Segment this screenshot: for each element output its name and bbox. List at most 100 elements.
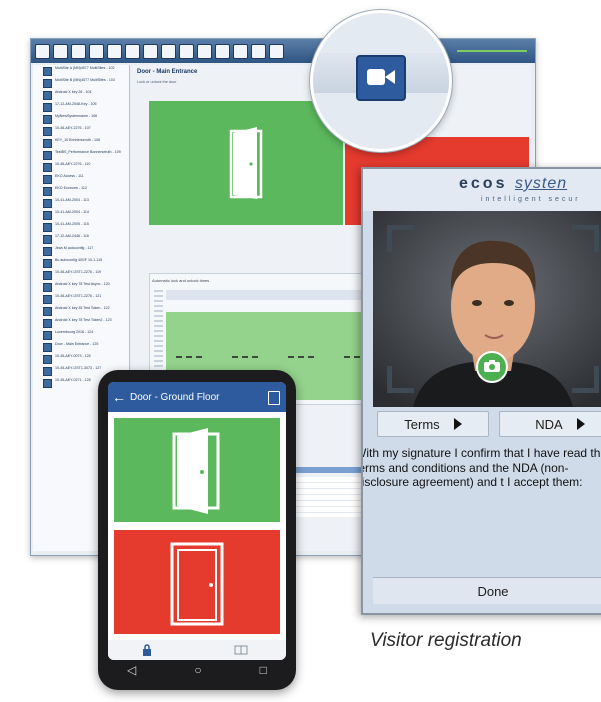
toolbar-users-icon[interactable] <box>107 43 122 59</box>
android-nav-bar: ◁ ○ □ <box>98 663 296 677</box>
device-icon <box>43 379 52 388</box>
toolbar-report-icon[interactable] <box>233 43 248 59</box>
device-icon <box>43 247 52 256</box>
unlock-door-button[interactable] <box>149 101 343 225</box>
tree-item[interactable]: Luxembourg 2016 - 124 <box>33 329 129 341</box>
tree-item[interactable]: TestBS_Performance Bonnerseruth - 109 <box>33 149 129 161</box>
toolbar-printer-icon[interactable] <box>215 43 230 59</box>
terms-button[interactable]: Terms <box>377 411 489 437</box>
tree-item-label: 10-46-AEY-OST1-2276 - 121 <box>55 294 102 298</box>
tree-item[interactable]: MultiSite B (MN)4577 MultiSites - 103 <box>33 77 129 89</box>
back-arrow-icon[interactable]: ← <box>108 389 130 405</box>
book-icon[interactable] <box>234 645 248 655</box>
tree-item-label: MultiSite A (MN)4577 MultiSites - 102 <box>55 66 115 70</box>
tree-item[interactable]: 10-41-AM-2004 - 114 <box>33 209 129 221</box>
lock-door-button[interactable] <box>114 530 280 634</box>
device-icon <box>43 67 52 76</box>
tree-item-label: Android X key 78 Test Async - 120 <box>55 282 110 286</box>
unlock-door-button[interactable] <box>114 418 280 522</box>
phone-device: ← Door - Ground Floor ◁ ○ □ <box>98 370 296 690</box>
device-icon <box>43 319 52 328</box>
tree-item[interactable]: Jean M autoconfig - 117 <box>33 245 129 257</box>
toolbar-door-icon[interactable] <box>125 43 140 59</box>
tree-item[interactable]: KEY_10 Bonnerseruth - 108 <box>33 137 129 149</box>
tree-item[interactable]: Android X key 26 - 104 <box>33 89 129 101</box>
terms-label: Terms <box>404 416 440 432</box>
toolbar-settings-icon[interactable] <box>269 43 284 59</box>
tree-item[interactable]: MultiSite A (MN)4577 MultiSites - 102 <box>33 65 129 77</box>
play-arrow-icon <box>453 418 462 430</box>
device-icon <box>43 79 52 88</box>
toolbar-user-icon[interactable] <box>179 43 194 59</box>
tree-item[interactable]: Android X key 35 Test Token - 122 <box>33 305 129 317</box>
frame-corner <box>387 366 414 393</box>
tree-item-label: 17-12-AM-2548-Key - 105 <box>55 102 97 106</box>
nda-button[interactable]: NDA <box>499 411 601 437</box>
tree-item[interactable]: 10-45-AEY-0073 - 126 <box>33 353 129 365</box>
tree-item[interactable]: Android X key 78 Test Async - 120 <box>33 281 129 293</box>
toolbar-calendar-icon[interactable] <box>143 43 158 59</box>
toolbar-list-icon[interactable] <box>71 43 86 59</box>
tree-item-label: 10-45-AEY-OST1-3073 - 127 <box>55 366 102 370</box>
brand-tagline: intelligent secur <box>481 196 581 203</box>
tree-item[interactable]: 10-46-AEY-2276 - 110 <box>33 161 129 173</box>
device-icon <box>43 271 52 280</box>
schedule-mark <box>288 356 314 360</box>
device-icon <box>43 223 52 232</box>
tree-item[interactable]: 10-41-AM-2005 - 115 <box>33 221 129 233</box>
video-button[interactable] <box>356 55 406 101</box>
toolbar-card-icon[interactable] <box>197 43 212 59</box>
tree-item-label: Luxembourg 2016 - 124 <box>55 330 94 334</box>
device-icon <box>43 163 52 172</box>
device-icon <box>43 235 52 244</box>
tree-item[interactable]: 10-46-AEY-OST1-2276 - 119 <box>33 269 129 281</box>
tree-item[interactable]: Door - Main Entrance - 125 <box>33 341 129 353</box>
tree-item-label: 10-46-AEY-2276 - 110 <box>55 162 91 166</box>
tree-item-label: Bo autoconfig 40GF 10-1-115 <box>55 258 103 262</box>
toolbar-home-icon[interactable] <box>35 43 50 59</box>
tree-item[interactable]: EKO Econorm - 112 <box>33 185 129 197</box>
tree-item[interactable]: 17-12-AM-2548-Key - 105 <box>33 101 129 113</box>
device-icon <box>43 295 52 304</box>
tree-item[interactable]: 10-46-AEY-OST1-2276 - 121 <box>33 293 129 305</box>
tree-item[interactable]: Bo autoconfig 40GF 10-1-115 <box>33 257 129 269</box>
tree-item-label: Door - Main Entrance - 125 <box>55 342 99 346</box>
toolbar-help-icon[interactable] <box>251 43 266 59</box>
edit-icon[interactable] <box>268 391 280 405</box>
toolbar-grid-icon[interactable] <box>53 43 68 59</box>
door-closed-icon <box>170 542 224 626</box>
lock-icon[interactable] <box>142 644 152 656</box>
nav-home-icon[interactable]: ○ <box>194 663 201 677</box>
device-icon <box>43 331 52 340</box>
device-icon <box>43 151 52 160</box>
desktop-toolbar <box>31 39 535 63</box>
tree-item-label: 10-46-AEY-2276 - 107 <box>55 126 91 130</box>
device-icon <box>43 343 52 352</box>
toolbar-search-icon[interactable] <box>161 43 176 59</box>
toolbar-key-icon[interactable] <box>89 43 104 59</box>
device-icon <box>43 139 52 148</box>
nav-back-icon[interactable]: ◁ <box>127 663 136 677</box>
nav-recents-icon[interactable]: □ <box>260 663 267 677</box>
tree-item[interactable]: EKO Access - 111 <box>33 173 129 185</box>
tree-item[interactable]: 17-12-AM-2446 - 116 <box>33 233 129 245</box>
video-camera-icon <box>367 69 395 85</box>
brand-header: ecos systen intelligent secur <box>363 169 601 211</box>
device-icon <box>43 127 52 136</box>
tree-item[interactable]: 10-46-AEY-2276 - 107 <box>33 125 129 137</box>
brand-logo: ecos systen <box>459 175 567 193</box>
device-icon <box>43 355 52 364</box>
tree-item-label: Android X key 35 Test Token - 122 <box>55 306 110 310</box>
take-photo-button[interactable] <box>476 351 508 383</box>
tree-item[interactable]: 10-41-AM-2004 - 113 <box>33 197 129 209</box>
done-button[interactable]: Done <box>373 577 601 604</box>
done-label: Done <box>477 583 509 599</box>
tree-item[interactable]: Android X key 78 Test Token2 - 123 <box>33 317 129 329</box>
device-icon <box>43 103 52 112</box>
chart-header: Automatic lock and unlock times <box>152 278 210 283</box>
visitor-registration-screen: ecos systen intelligent secur Terms NDA … <box>361 167 601 615</box>
schedule-mark <box>176 356 202 360</box>
tree-item[interactable]: MyNewSystemname - 106 <box>33 113 129 125</box>
device-icon <box>43 187 52 196</box>
tree-item-label: MyNewSystemname - 106 <box>55 114 98 118</box>
